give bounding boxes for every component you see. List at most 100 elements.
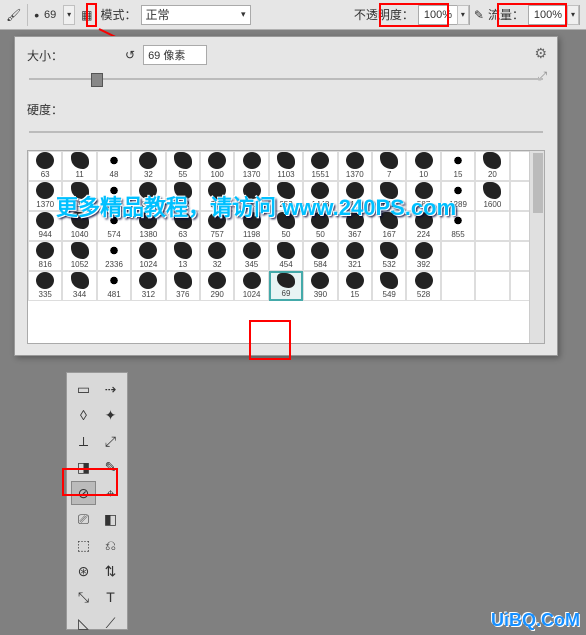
brush-shape-icon bbox=[105, 242, 123, 259]
brush-thumbnail[interactable]: 1370 bbox=[338, 151, 372, 181]
brush-shape-icon bbox=[36, 152, 54, 169]
brush-thumbnail[interactable]: 376 bbox=[166, 271, 200, 301]
brush-thumbnail[interactable]: 20 bbox=[475, 151, 509, 181]
brush-size-label: 32 bbox=[213, 260, 222, 269]
brush-size-label: 584 bbox=[314, 260, 327, 269]
brush-thumbnail[interactable]: 1024 bbox=[234, 271, 268, 301]
scrollbar-thumb[interactable] bbox=[533, 153, 543, 213]
tool-button[interactable]: ▭ bbox=[71, 377, 96, 401]
brush-size-label: 167 bbox=[383, 230, 396, 239]
brush-thumbnail[interactable]: 48 bbox=[97, 151, 131, 181]
tool-button[interactable]: T bbox=[98, 585, 123, 609]
brush-thumbnail[interactable]: 390 bbox=[303, 271, 337, 301]
brush-thumbnail[interactable] bbox=[475, 211, 509, 241]
tool-preset-icon[interactable]: 🖌 bbox=[6, 8, 21, 22]
brush-thumbnail[interactable]: 1052 bbox=[62, 241, 96, 271]
brush-thumbnail[interactable]: 532 bbox=[372, 241, 406, 271]
tool-button[interactable]: ⬚ bbox=[71, 533, 96, 557]
brush-thumbnail[interactable]: 816 bbox=[28, 241, 62, 271]
brush-shape-icon bbox=[139, 242, 157, 259]
brush-thumbnail[interactable]: 345 bbox=[234, 241, 268, 271]
brush-size-value[interactable]: 69 bbox=[39, 9, 61, 21]
brush-thumbnail[interactable]: 290 bbox=[200, 271, 234, 301]
tool-button[interactable]: ✦ bbox=[98, 403, 123, 427]
brush-thumbnail[interactable]: 100 bbox=[200, 151, 234, 181]
brush-size-label: 481 bbox=[107, 290, 120, 299]
opacity-dropdown[interactable]: ▾ bbox=[457, 5, 469, 25]
brush-thumbnail[interactable]: 1551 bbox=[303, 151, 337, 181]
mode-select[interactable]: 正常 ▾ bbox=[141, 5, 251, 25]
brush-thumbnail[interactable]: 584 bbox=[303, 241, 337, 271]
brush-size-label: 392 bbox=[417, 260, 430, 269]
brush-thumbnail[interactable]: 528 bbox=[406, 271, 440, 301]
brush-shape-icon bbox=[36, 182, 54, 199]
brush-size-label: 10 bbox=[419, 170, 428, 179]
highlight-opacity bbox=[379, 3, 449, 27]
brush-thumbnail[interactable]: 481 bbox=[97, 271, 131, 301]
brush-thumbnail[interactable] bbox=[475, 271, 509, 301]
size-input[interactable]: 69 像素 bbox=[143, 45, 207, 65]
brush-thumbnail[interactable]: 321 bbox=[338, 241, 372, 271]
brush-thumbnail[interactable]: 344 bbox=[62, 271, 96, 301]
tool-button[interactable]: ⎚ bbox=[71, 507, 96, 531]
brush-size-label: 1600 bbox=[483, 200, 501, 209]
tool-button[interactable]: ⎌ bbox=[98, 533, 123, 557]
brush-thumbnail[interactable]: 1600 bbox=[475, 181, 509, 211]
brush-shape-icon bbox=[243, 152, 261, 169]
tool-button[interactable]: ⟂ bbox=[71, 429, 96, 453]
brush-thumbnail[interactable]: 2336 bbox=[97, 241, 131, 271]
brush-thumbnail[interactable] bbox=[441, 271, 475, 301]
brush-thumbnail[interactable]: 1370 bbox=[234, 151, 268, 181]
brush-thumbnail[interactable]: 63 bbox=[28, 151, 62, 181]
brush-size-label: 376 bbox=[176, 290, 189, 299]
tool-button[interactable]: ◺ bbox=[71, 611, 96, 635]
brush-thumbnail[interactable]: 11 bbox=[62, 151, 96, 181]
flow-dropdown[interactable]: ▾ bbox=[567, 5, 579, 25]
brush-size-label: 100 bbox=[211, 170, 224, 179]
brush-thumbnail[interactable]: 1103 bbox=[269, 151, 303, 181]
brush-size-group: 69 ▾ bbox=[39, 5, 75, 25]
watermark-corner: UiBQ.CoM bbox=[491, 610, 580, 631]
brush-thumbnail[interactable]: 1024 bbox=[131, 241, 165, 271]
brush-thumbnail[interactable]: 10 bbox=[406, 151, 440, 181]
brush-thumbnail[interactable]: 392 bbox=[406, 241, 440, 271]
brush-size-label: 50 bbox=[316, 230, 325, 239]
slider-track bbox=[29, 131, 543, 133]
tool-button[interactable]: ⟋ bbox=[98, 611, 123, 635]
brush-size-dropdown[interactable]: ▾ bbox=[63, 5, 75, 25]
brush-thumbnail[interactable]: 335 bbox=[28, 271, 62, 301]
brush-thumbnail[interactable]: 312 bbox=[131, 271, 165, 301]
brush-size-label: 1370 bbox=[243, 170, 261, 179]
brush-thumbnail[interactable]: 69 bbox=[269, 271, 303, 301]
tool-button[interactable]: ◊ bbox=[71, 403, 96, 427]
hardness-slider[interactable] bbox=[29, 124, 543, 140]
brush-thumbnail[interactable]: 15 bbox=[338, 271, 372, 301]
tool-button[interactable]: ⤡ bbox=[71, 585, 96, 609]
brush-thumbnail[interactable]: 55 bbox=[166, 151, 200, 181]
brush-thumbnail[interactable]: 15 bbox=[441, 151, 475, 181]
reset-size-icon[interactable]: ↺ bbox=[125, 48, 135, 62]
pressure-opacity-icon[interactable]: ✎ bbox=[474, 8, 484, 22]
tool-button[interactable]: ⊛ bbox=[71, 559, 96, 583]
tool-button[interactable]: ⇢ bbox=[98, 377, 123, 401]
brush-thumbnail[interactable]: 32 bbox=[131, 151, 165, 181]
scrollbar[interactable] bbox=[529, 151, 544, 343]
gear-icon[interactable]: ⚙ bbox=[534, 45, 547, 62]
size-slider[interactable] bbox=[29, 71, 543, 87]
brush-thumbnail[interactable]: 454 bbox=[269, 241, 303, 271]
brush-size-label: 855 bbox=[451, 230, 464, 239]
tool-button[interactable]: ⤢ bbox=[98, 429, 123, 453]
brush-thumbnail[interactable]: 7 bbox=[372, 151, 406, 181]
tool-button[interactable]: ◧ bbox=[98, 507, 123, 531]
highlight-brush-tool bbox=[62, 468, 118, 496]
brush-thumbnail[interactable]: 32 bbox=[200, 241, 234, 271]
brush-thumbnail[interactable] bbox=[441, 241, 475, 271]
slider-thumb[interactable] bbox=[91, 73, 103, 87]
brush-thumbnail[interactable]: 13 bbox=[166, 241, 200, 271]
highlight-selected-brush bbox=[249, 320, 291, 360]
brush-thumbnail[interactable] bbox=[475, 241, 509, 271]
brush-thumbnail[interactable]: 549 bbox=[372, 271, 406, 301]
brush-shape-icon bbox=[346, 242, 364, 259]
tool-button[interactable]: ⇅ bbox=[98, 559, 123, 583]
brush-size-label: 20 bbox=[488, 170, 497, 179]
